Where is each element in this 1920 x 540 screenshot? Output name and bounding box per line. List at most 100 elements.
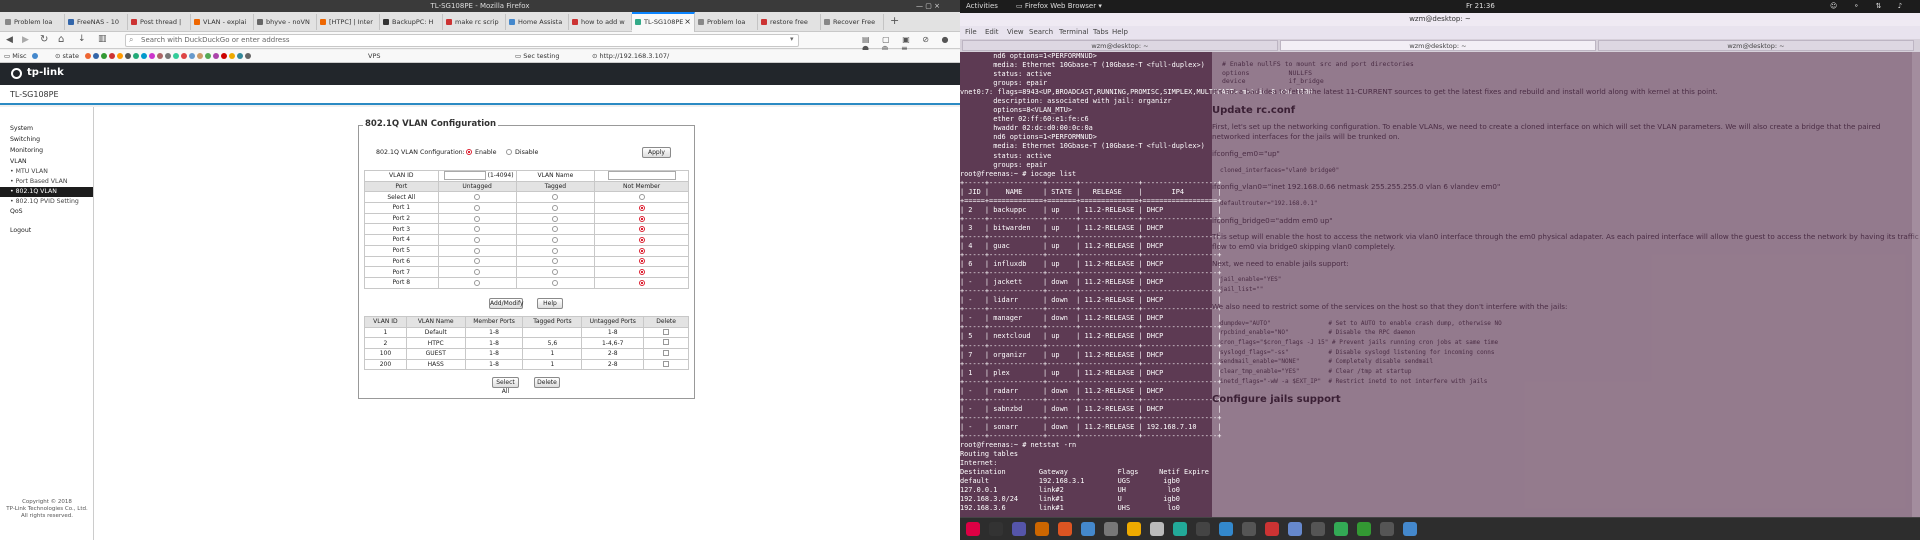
bookmark-folder-misc[interactable]: ▭ Misc [4,50,27,63]
scrollbar[interactable] [1912,52,1920,517]
port-tagged-radio[interactable] [515,223,596,236]
library-icon[interactable]: ▥ [98,34,107,44]
delete-checkbox[interactable] [663,328,670,335]
sidebar-item[interactable]: • 802.1Q PVID Setting [10,198,79,205]
taskbar-app-icon[interactable] [1104,522,1118,536]
taskbar-app-icon[interactable] [1219,522,1233,536]
bookmark-icons[interactable] [32,50,40,63]
menu-item[interactable]: Terminal [1059,26,1089,39]
app-menu[interactable]: ▭ Firefox Web Browser ▾ [1016,0,1102,13]
apply-button[interactable]: Apply [642,147,671,158]
port-not-member-radio[interactable] [594,234,689,246]
port-tagged-radio[interactable] [515,202,596,214]
menu-item[interactable]: Tabs [1093,26,1109,39]
clock[interactable]: Fr 21:36 [1466,0,1495,13]
terminal-tab[interactable]: wzm@desktop: ~ [1598,40,1914,51]
browser-tab[interactable]: VLAN - explai [191,14,254,30]
port-tagged-radio[interactable] [515,255,596,268]
taskbar-app-icon[interactable] [1058,522,1072,536]
sidebar-item[interactable]: VLAN [10,158,27,165]
port-untagged-radio[interactable] [437,202,517,214]
port-not-member-radio[interactable] [594,202,689,214]
dropdown-icon[interactable]: ▾ [790,35,794,43]
port-not-member-radio[interactable] [594,255,689,268]
help-button[interactable]: Help [537,298,563,309]
taskbar-app-icon[interactable] [1127,522,1141,536]
terminal-tab[interactable]: wzm@desktop: ~ [962,40,1278,51]
taskbar-app-icon[interactable] [1173,522,1187,536]
delete-checkbox-cell[interactable] [643,337,689,350]
url-bar[interactable]: Search with DuckDuckGo or enter address [125,34,799,47]
bookmark-sec-testing[interactable]: ▭ Sec testing [515,50,560,63]
bookmark-state[interactable]: ⊙ state [55,50,79,63]
select-all-untagged[interactable] [437,191,517,204]
port-tagged-radio[interactable] [515,212,596,225]
bookmark-ip[interactable]: ⊙ http://192.168.3.107/ [592,50,669,63]
port-not-member-radio[interactable] [594,244,689,257]
download-icon[interactable]: ↓ [78,34,86,44]
port-not-member-radio[interactable] [594,266,689,278]
browser-tab[interactable]: restore free [758,14,821,30]
port-not-member-radio[interactable] [594,212,689,225]
menu-item[interactable]: Search [1029,26,1053,39]
taskbar-app-icon[interactable] [966,522,980,536]
taskbar-app-icon[interactable] [1196,522,1210,536]
sidebar-item[interactable]: • 802.1Q VLAN [0,187,93,197]
enable-radio[interactable] [466,148,472,156]
sidebar-item[interactable]: Switching [10,136,40,143]
port-untagged-radio[interactable] [437,223,517,236]
delete-checkbox-cell[interactable] [643,358,689,371]
taskbar-app-icon[interactable] [989,522,1003,536]
home-icon[interactable]: ⌂ [58,34,64,45]
browser-tab[interactable]: TL-SG108PE × [632,12,695,32]
taskbar-app-icon[interactable] [1150,522,1164,536]
menu-item[interactable]: File [965,26,977,39]
sidebar-item[interactable]: System [10,125,33,132]
taskbar-app-icon[interactable] [1334,522,1348,536]
delete-checkbox[interactable] [663,360,670,367]
delete-button[interactable]: Delete [534,377,560,388]
vlan-id-input[interactable] [443,171,486,181]
menu-item[interactable]: Help [1112,26,1128,39]
sidebar-item[interactable]: QoS [10,208,23,215]
disable-radio[interactable] [506,148,512,156]
taskbar-app-icon[interactable] [1081,522,1095,536]
menu-item[interactable]: Edit [985,26,999,39]
port-untagged-radio[interactable] [437,276,517,289]
bookmark-vps[interactable]: VPS [368,50,381,63]
port-untagged-radio[interactable] [437,234,517,246]
taskbar-app-icon[interactable] [1403,522,1417,536]
browser-tab[interactable]: make rc scrip [443,14,506,30]
taskbar-app-icon[interactable] [1311,522,1325,536]
delete-checkbox-cell[interactable] [643,348,689,360]
browser-tab[interactable]: FreeNAS - 10 [65,14,128,30]
taskbar-app-icon[interactable] [1265,522,1279,536]
menu-item[interactable]: View [1007,26,1024,39]
port-untagged-radio[interactable] [437,255,517,268]
port-tagged-radio[interactable] [515,276,596,289]
taskbar-app-icon[interactable] [1357,522,1371,536]
browser-tab[interactable]: how to add w [569,14,632,30]
terminal-tab[interactable]: wzm@desktop: ~ [1280,40,1596,51]
port-not-member-radio[interactable] [594,223,689,236]
sidebar-item[interactable]: • MTU VLAN [10,168,48,175]
browser-tab[interactable]: Problem loa [695,14,758,30]
sidebar-item[interactable]: • Port Based VLAN [10,178,68,185]
port-not-member-radio[interactable] [594,276,689,289]
sidebar-item[interactable]: Monitoring [10,147,43,154]
port-tagged-radio[interactable] [515,244,596,257]
taskbar-app-icon[interactable] [1380,522,1394,536]
delete-checkbox-cell[interactable] [643,326,689,339]
activities-button[interactable]: Activities [966,0,998,13]
port-untagged-radio[interactable] [437,244,517,257]
new-tab-icon[interactable]: + [890,14,899,27]
window-controls[interactable]: — ▢ × [916,2,940,10]
taskbar-app-icon[interactable] [1012,522,1026,536]
browser-tab[interactable]: Home Assista [506,14,569,30]
sidebar-item[interactable]: Logout [10,227,31,234]
select-all-notmember[interactable] [594,191,689,204]
browser-tab[interactable]: [HTPC] | Inter [317,14,380,30]
port-untagged-radio[interactable] [437,212,517,225]
taskbar-app-icon[interactable] [1288,522,1302,536]
browser-tab[interactable]: Problem loa [2,14,65,30]
